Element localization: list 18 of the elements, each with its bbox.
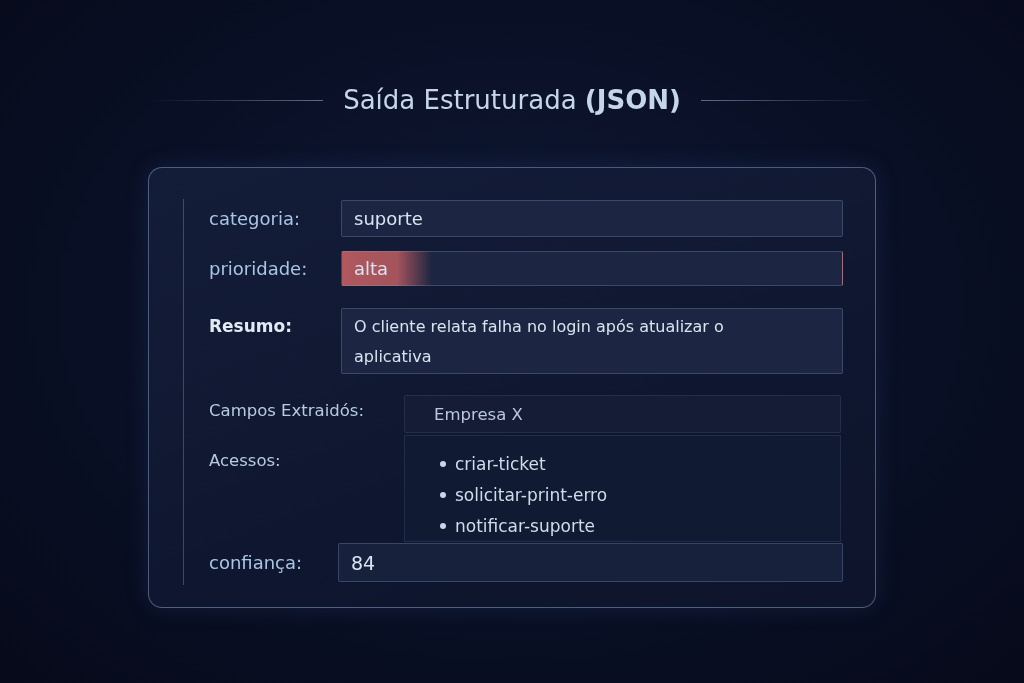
- field-label: Resumo:: [209, 316, 294, 336]
- value-field: Empresa X: [404, 395, 841, 433]
- field-label: Acessos:: [209, 451, 282, 470]
- field-label: Campos Extraidós:: [209, 400, 365, 420]
- value-field: 84: [338, 543, 843, 582]
- list-item: notificar-suporte: [455, 515, 595, 536]
- bullet-icon: [440, 460, 446, 467]
- page-title: Saída Estruturada (JSON): [343, 84, 681, 117]
- list-item: solicitar-print-erro: [455, 484, 608, 505]
- value-field: O cliente relata falha no login após atualizar o aplicativa: [341, 308, 843, 374]
- list-item: criar-ticket: [455, 453, 546, 474]
- value-field: suporte: [341, 200, 843, 237]
- bullet-icon: [440, 491, 446, 498]
- field-label: categoria:: [209, 208, 301, 229]
- bullet-icon: [440, 522, 446, 529]
- value-field: alta: [341, 251, 843, 286]
- field-label: confiança:: [209, 552, 304, 573]
- field-label: prioridade:: [209, 258, 309, 279]
